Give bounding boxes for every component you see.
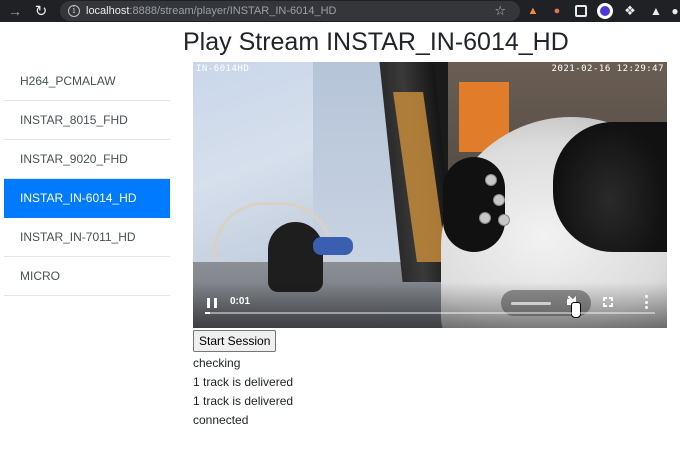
session-log: checking 1 track is delivered 1 track is… bbox=[193, 354, 293, 430]
more-options-icon[interactable] bbox=[645, 295, 649, 309]
back-arrow-icon[interactable]: → bbox=[4, 0, 26, 22]
hand-cursor-icon bbox=[571, 302, 581, 318]
camera-name-overlay: IN-6014HD bbox=[196, 64, 250, 74]
stream-item-instar-in-7011-hd[interactable]: INSTAR_IN-7011_HD bbox=[4, 218, 170, 257]
timestamp-overlay: 2021-02-16 12:29:47 bbox=[551, 64, 664, 74]
video-controls: 0:01 bbox=[193, 282, 667, 328]
reload-icon[interactable]: ↻ bbox=[30, 0, 52, 22]
stream-item-micro[interactable]: MICRO bbox=[4, 257, 170, 296]
progress-bar[interactable] bbox=[205, 312, 655, 314]
log-line: connected bbox=[193, 413, 249, 427]
page-title: Play Stream INSTAR_IN-6014_HD bbox=[183, 28, 569, 56]
current-time: 0:01 bbox=[230, 296, 251, 307]
stream-item-instar-9020-fhd[interactable]: INSTAR_9020_FHD bbox=[4, 140, 170, 179]
info-icon[interactable]: i bbox=[68, 5, 80, 17]
url-text: localhost:8888/stream/player/INSTAR_IN-6… bbox=[86, 5, 337, 17]
extension-person-icon[interactable]: ● bbox=[549, 3, 565, 19]
browser-toolbar: → ↻ i localhost:8888/stream/player/INSTA… bbox=[0, 0, 680, 22]
bookmark-star-icon[interactable]: ☆ bbox=[494, 3, 506, 19]
start-session-button[interactable]: Start Session bbox=[193, 330, 277, 352]
extension-flask-icon[interactable]: ▲ bbox=[648, 3, 664, 19]
stream-item-h264-pcmalaw[interactable]: H264_PCMALAW bbox=[4, 62, 170, 101]
stream-list: H264_PCMALAW INSTAR_8015_FHD INSTAR_9020… bbox=[4, 62, 170, 296]
stream-item-instar-in-6014-hd[interactable]: INSTAR_IN-6014_HD bbox=[4, 179, 170, 218]
volume-slider[interactable] bbox=[511, 302, 551, 305]
profile-icon[interactable]: ● bbox=[667, 3, 680, 19]
log-line: checking bbox=[193, 356, 241, 370]
extension-fox-icon[interactable]: ▲ bbox=[525, 3, 541, 19]
fullscreen-icon[interactable] bbox=[603, 297, 613, 307]
extension-circle-icon[interactable] bbox=[597, 3, 613, 19]
extensions-puzzle-icon[interactable]: ❖ bbox=[622, 3, 638, 19]
log-line: 1 track is delivered bbox=[193, 394, 294, 408]
video-player[interactable]: IN-6014HD 2021-02-16 12:29:47 0:01 bbox=[193, 62, 667, 328]
progress-fill bbox=[205, 312, 210, 314]
stream-item-instar-8015-fhd[interactable]: INSTAR_8015_FHD bbox=[4, 101, 170, 140]
extension-grid-icon[interactable] bbox=[573, 3, 589, 19]
log-line: 1 track is delivered bbox=[193, 375, 294, 389]
pause-icon[interactable] bbox=[207, 298, 217, 308]
address-bar[interactable]: i localhost:8888/stream/player/INSTAR_IN… bbox=[60, 1, 520, 21]
